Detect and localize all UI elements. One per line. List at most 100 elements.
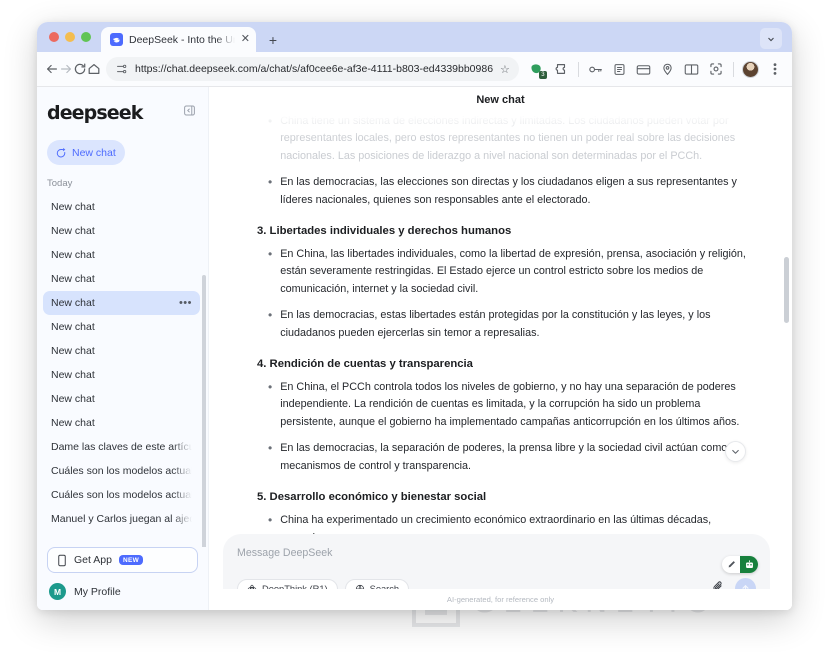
extension-badge-count: 3 [538,71,547,79]
forward-button[interactable] [59,57,73,81]
side-panel-book-icon[interactable] [681,58,703,80]
composer-area: Message DeepSeek AI-generated, for refer… [209,534,792,610]
url-text: https://chat.deepseek.com/a/chat/s/af0ce… [135,63,494,75]
history-group-label: Today [47,178,73,189]
section-heading: 4. Rendición de cuentas y transparencia [257,358,473,371]
new-tab-button[interactable]: + [265,33,281,47]
bullet-text: En las democracias, la separación de pod… [280,442,728,472]
payment-card-icon[interactable] [633,58,655,80]
minimize-window-button[interactable] [65,32,75,42]
bullet-point-icon: • [268,441,273,456]
address-bar[interactable]: https://chat.deepseek.com/a/chat/s/af0ce… [106,57,519,81]
close-window-button[interactable] [49,32,59,42]
get-app-label: Get App [74,554,112,566]
sidebar-scrollbar[interactable] [202,275,206,547]
bullet-point-icon: • [268,175,273,190]
location-pin-icon[interactable] [657,58,679,80]
window-controls [47,22,101,52]
new-chat-button[interactable]: New chat [47,140,125,165]
sidebar-chat-label: Dame las claves de este artículo [51,441,192,453]
extensions-puzzle-icon[interactable] [550,58,572,80]
bullet-text: En China, las libertades individuales, c… [280,248,746,295]
tab-close-icon[interactable]: ✕ [241,34,250,45]
sidebar-chat-label: New chat [51,225,95,237]
get-app-button[interactable]: Get App NEW [47,547,198,573]
sidebar-chat-item[interactable]: New chat [43,387,200,411]
chat-history-list: Today New chat New chat New chat New chat Ne… [37,165,208,547]
main-scrollbar[interactable] [784,257,789,323]
sidebar-chat-label: New chat [51,201,95,213]
bullet-point-icon: • [268,308,273,323]
screenshot-stage: GEEKNETIC DeepSeek - Into the Unknow ✕ + [0,0,829,652]
sidebar-chat-item[interactable]: New chat [43,267,200,291]
section-heading: 5. Desarrollo económico y bienestar soci… [257,491,487,504]
sidebar-chat-label: Cuáles son los modelos actuales [51,465,192,477]
bullet-text: China tiene un sistema de elecciones ind… [280,115,736,162]
message-list: • China tiene un sistema de elecciones in… [209,87,792,610]
google-lens-icon[interactable] [705,58,727,80]
sidebar-chat-label: Manuel y Carlos juegan al ajedrez [51,513,192,525]
sidebar-chat-item[interactable]: Dame las claves de este artículo [43,435,200,459]
profile-avatar[interactable] [740,58,762,80]
my-profile-label: My Profile [74,585,121,598]
bullet-text: En las democracias, estas libertades est… [280,309,711,339]
sidebar-chat-item[interactable]: Cuáles son los modelos actuales [43,483,200,507]
bullet-point-icon: • [268,380,273,395]
section-heading: 3. Libertades individuales y derechos hu… [257,225,512,238]
sidebar-chat-item[interactable]: New chat [43,411,200,435]
sidebar-chat-item[interactable]: New chat [43,363,200,387]
bookmark-star-icon[interactable]: ☆ [500,63,510,76]
scroll-to-bottom-button[interactable] [725,441,746,462]
my-profile-button[interactable]: M My Profile [47,573,198,600]
bullet-item: • En las democracias, la separación de po… [268,440,754,475]
bullet-item: • En China, el PCCh controla todos los ni… [268,379,754,431]
grammar-extension-widget[interactable] [722,556,758,573]
collapse-sidebar-icon[interactable] [183,104,196,122]
bullet-item: • China tiene un sistema de elecciones in… [268,113,754,165]
chrome-menu-kebab-icon[interactable] [764,58,786,80]
ai-disclaimer: AI-generated, for reference only [209,589,792,610]
browser-toolbar: https://chat.deepseek.com/a/chat/s/af0ce… [37,52,792,87]
extension-green-icon[interactable]: 3 [526,58,548,80]
chat-main: New chat • China tiene un sistema de elec… [209,87,792,610]
home-button[interactable] [87,57,101,81]
sidebar-chat-item[interactable]: New chat [43,195,200,219]
reading-list-icon[interactable] [609,58,631,80]
toolbar-divider-2 [732,61,734,77]
robot-assistant-icon[interactable] [740,556,758,573]
bullet-text: En China, el PCCh controla todos los niv… [280,381,740,428]
toolbar-divider [577,61,579,77]
web-page: deepseek New chat Today New chat New chat… [37,87,792,610]
profile-avatar-initial: M [49,583,66,600]
reload-button[interactable] [73,57,87,81]
browser-tab[interactable]: DeepSeek - Into the Unknow ✕ [101,27,256,52]
bullet-item: • En las democracias, las elecciones son … [268,174,754,209]
sidebar-chat-label: New chat [51,321,95,333]
sidebar-chat-item[interactable]: New chat [43,243,200,267]
sidebar-chat-item[interactable]: New chat [43,219,200,243]
deepseek-sidebar: deepseek New chat Today New chat New chat… [37,87,209,610]
browser-window: DeepSeek - Into the Unknow ✕ + [37,22,792,610]
deepseek-logo: deepseek [47,102,143,124]
maximize-window-button[interactable] [81,32,91,42]
passwords-key-icon[interactable] [585,58,607,80]
sidebar-chat-item[interactable]: Manuel y Carlos juegan al ajedrez [43,507,200,531]
pen-icon[interactable] [722,560,740,569]
sidebar-chat-item[interactable]: New chat [43,315,200,339]
sidebar-chat-label: New chat [51,417,95,429]
sidebar-header: deepseek [37,87,208,124]
tab-search-chevron-down-icon[interactable] [760,28,782,49]
sidebar-chat-label: New chat [51,273,95,285]
sidebar-chat-item[interactable]: New chat [43,339,200,363]
deepseek-whale-favicon [110,33,123,46]
chat-item-menu-icon[interactable]: ••• [175,297,192,309]
sidebar-chat-item[interactable]: Cuáles son los modelos actuales [43,459,200,483]
back-button[interactable] [45,57,59,81]
sidebar-chat-label: New chat [51,393,95,405]
message-input[interactable]: Message DeepSeek [237,547,756,559]
sidebar-chat-item[interactable]: New chat ••• [43,291,200,315]
sidebar-chat-label: New chat [51,345,95,357]
sidebar-chat-label: Cuáles son los modelos actuales [51,489,192,501]
new-chat-label: New chat [72,146,116,159]
get-app-new-badge: NEW [118,555,144,565]
